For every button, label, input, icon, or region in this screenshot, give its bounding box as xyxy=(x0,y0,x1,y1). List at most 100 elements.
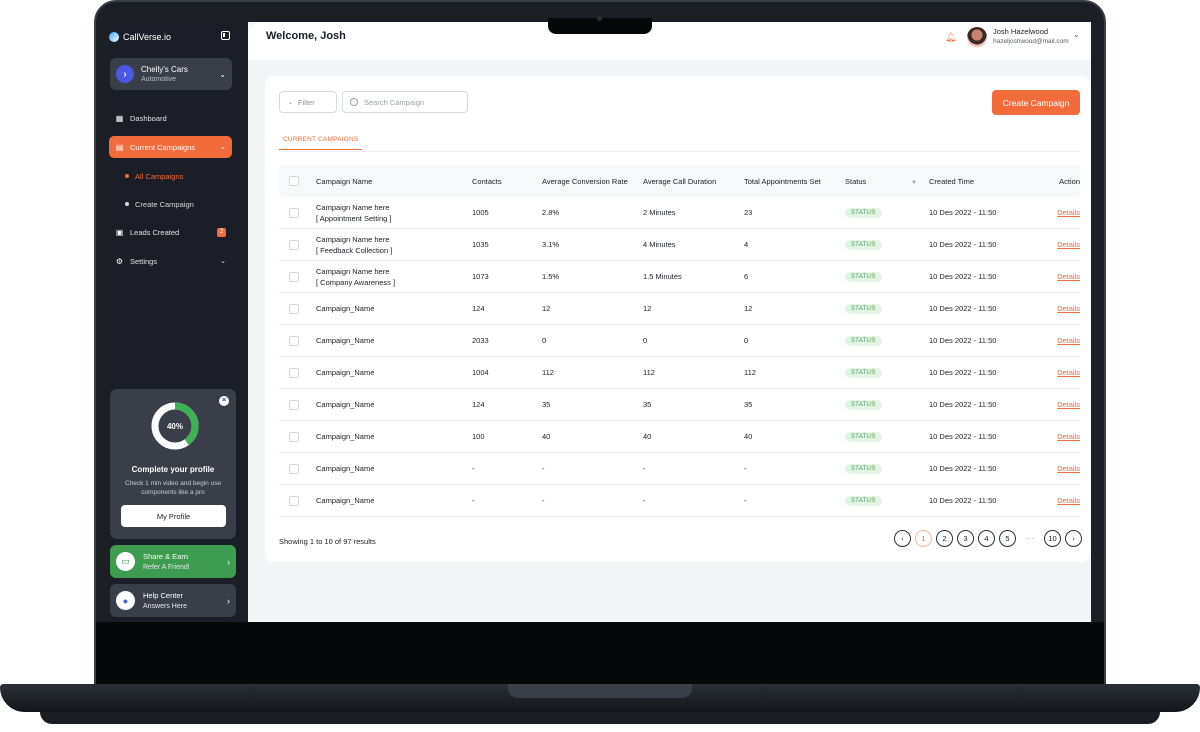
campaign-name: Campaign_Name xyxy=(316,400,375,409)
chat-icon: ● xyxy=(116,591,135,610)
details-link[interactable]: Details xyxy=(1057,400,1080,409)
close-icon[interactable]: × xyxy=(219,396,229,406)
row-checkbox[interactable] xyxy=(289,431,299,442)
my-profile-button[interactable]: My Profile xyxy=(121,505,226,527)
callverse-logo-icon xyxy=(109,32,119,42)
details-link[interactable]: Details xyxy=(1057,336,1080,345)
status-badge: STATUS xyxy=(845,271,882,282)
created-time-cell: 10 Des 2022 - 11:50 xyxy=(929,464,997,473)
row-checkbox[interactable] xyxy=(289,335,299,346)
campaigns-content: ⌄ Filter Create Campaign CURRENT CAMPAIG… xyxy=(265,76,1090,562)
row-checkbox[interactable] xyxy=(289,239,299,250)
details-link[interactable]: Details xyxy=(1057,496,1080,505)
filter-button[interactable]: ⌄ Filter xyxy=(279,91,337,113)
row-checkbox[interactable] xyxy=(289,399,299,410)
created-time-cell: 10 Des 2022 - 11:50 xyxy=(929,208,997,217)
created-time-cell: 10 Des 2022 - 11:50 xyxy=(929,496,997,505)
filter-funnel-icon[interactable]: ▼ xyxy=(911,180,917,186)
status-badge: STATUS xyxy=(845,367,882,378)
row-checkbox[interactable] xyxy=(289,303,299,314)
avatar[interactable] xyxy=(967,27,987,47)
table-row: Campaign_Name 124 35 35 35 STATUS 10 Des 2022 … xyxy=(279,389,1080,421)
column-header-status: Status xyxy=(845,176,867,186)
row-checkbox[interactable] xyxy=(289,463,299,474)
sidebar-subitem-all-campaigns[interactable]: All Campaigns xyxy=(125,169,183,183)
row-checkbox[interactable] xyxy=(289,271,299,282)
sidebar-collapse-icon[interactable] xyxy=(221,31,230,40)
sidebar-item-leads-created[interactable]: ▣ Leads Created 2 xyxy=(109,221,232,243)
next-page-button[interactable]: › xyxy=(1065,530,1082,547)
row-checkbox[interactable] xyxy=(289,367,299,378)
sidebar-subitem-create-campaign[interactable]: Create Campaign xyxy=(125,197,194,211)
page-button-4[interactable]: 4 xyxy=(978,530,995,547)
conversion-rate-cell: 3.1% xyxy=(542,240,560,249)
table-header: Campaign Name Contacts Average Conversio… xyxy=(279,165,1080,197)
share-earn-card[interactable]: ▭ Share & Earn Refer A Friend! › xyxy=(110,545,236,578)
details-link[interactable]: Details xyxy=(1057,368,1080,377)
call-duration-cell: - xyxy=(643,464,646,473)
sidebar-item-label: Current Campaigns xyxy=(130,142,196,152)
page-title: Welcome, Josh xyxy=(266,30,346,42)
call-duration-cell: 12 xyxy=(643,304,652,313)
row-checkbox-cell xyxy=(279,399,316,410)
conversion-rate-cell: 2.8% xyxy=(542,208,560,217)
details-link[interactable]: Details xyxy=(1057,304,1080,313)
prev-page-button[interactable]: ‹ xyxy=(894,530,911,547)
workspace-category: Automotive xyxy=(141,76,177,83)
campaign-type: [ Appointment Setting ] xyxy=(316,213,392,223)
status-cell: STATUS xyxy=(845,431,929,442)
help-center-card[interactable]: ● Help Center Answers Here › xyxy=(110,584,236,617)
contacts-cell: - xyxy=(472,464,475,473)
conversion-rate-cell: - xyxy=(542,496,545,505)
campaign-icon: ▤ xyxy=(115,142,124,152)
page-button-last[interactable]: 10 xyxy=(1044,530,1061,547)
action-cell: Details xyxy=(1038,208,1080,217)
status-badge: STATUS xyxy=(845,303,882,314)
row-checkbox-cell xyxy=(279,303,316,314)
details-link[interactable]: Details xyxy=(1057,240,1080,249)
row-checkbox-cell xyxy=(279,495,316,506)
row-checkbox[interactable] xyxy=(289,207,299,218)
action-cell: Details xyxy=(1038,240,1080,249)
details-link[interactable]: Details xyxy=(1057,432,1080,441)
money-icon: ▭ xyxy=(116,552,135,571)
details-link[interactable]: Details xyxy=(1057,272,1080,281)
campaign-name: Campaign Name here xyxy=(316,266,390,276)
status-badge: STATUS xyxy=(845,463,882,474)
campaign-name: Campaign Name here xyxy=(316,202,390,212)
bell-icon[interactable]: 🔔︎ xyxy=(945,32,956,43)
chevron-down-icon: ⌄ xyxy=(220,258,226,265)
page-button-2[interactable]: 2 xyxy=(936,530,953,547)
action-cell: Details xyxy=(1038,368,1080,377)
call-duration-cell: 2 Minutes xyxy=(643,208,676,217)
details-link[interactable]: Details xyxy=(1057,464,1080,473)
action-cell: Details xyxy=(1038,336,1080,345)
chevron-down-icon: ⌄ xyxy=(288,99,294,106)
create-campaign-button[interactable]: Create Campaign xyxy=(992,90,1080,115)
sidebar-item-dashboard[interactable]: ▦ Dashboard xyxy=(109,107,232,129)
workspace-switcher[interactable]: › Chelly's Cars Automotive ⌄ xyxy=(110,58,232,90)
tab-current-campaigns[interactable]: CURRENT CAMPAIGNS xyxy=(279,136,363,150)
select-all-checkbox[interactable] xyxy=(289,176,299,186)
chevron-down-icon[interactable]: ⌄ xyxy=(1073,30,1080,39)
sidebar-item-settings[interactable]: ⚙ Settings ⌄ xyxy=(109,250,232,272)
laptop-bezel xyxy=(96,622,1104,684)
created-time-cell: 10 Des 2022 - 11:50 xyxy=(929,400,997,409)
page-button-1[interactable]: 1 xyxy=(915,530,932,547)
contacts-cell: 1005 xyxy=(472,208,489,217)
row-checkbox[interactable] xyxy=(289,495,299,506)
campaign-name-cell: Campaign Name here[ Feedback Collection … xyxy=(316,234,472,256)
action-cell: Details xyxy=(1038,432,1080,441)
search-input[interactable] xyxy=(364,97,464,107)
column-header-call-duration: Average Call Duration xyxy=(643,176,717,186)
call-duration-cell: 35 xyxy=(643,400,652,409)
chevron-up-icon: ⌄ xyxy=(220,144,226,151)
contacts-cell: 1073 xyxy=(472,272,489,281)
sidebar-item-current-campaigns[interactable]: ▤ Current Campaigns ⌄ xyxy=(109,136,232,158)
brand[interactable]: CallVerse.io xyxy=(109,29,171,45)
contacts-cell: 1035 xyxy=(472,240,489,249)
details-link[interactable]: Details xyxy=(1057,208,1080,217)
action-cell: Details xyxy=(1038,464,1080,473)
page-button-3[interactable]: 3 xyxy=(957,530,974,547)
page-button-5[interactable]: 5 xyxy=(999,530,1016,547)
